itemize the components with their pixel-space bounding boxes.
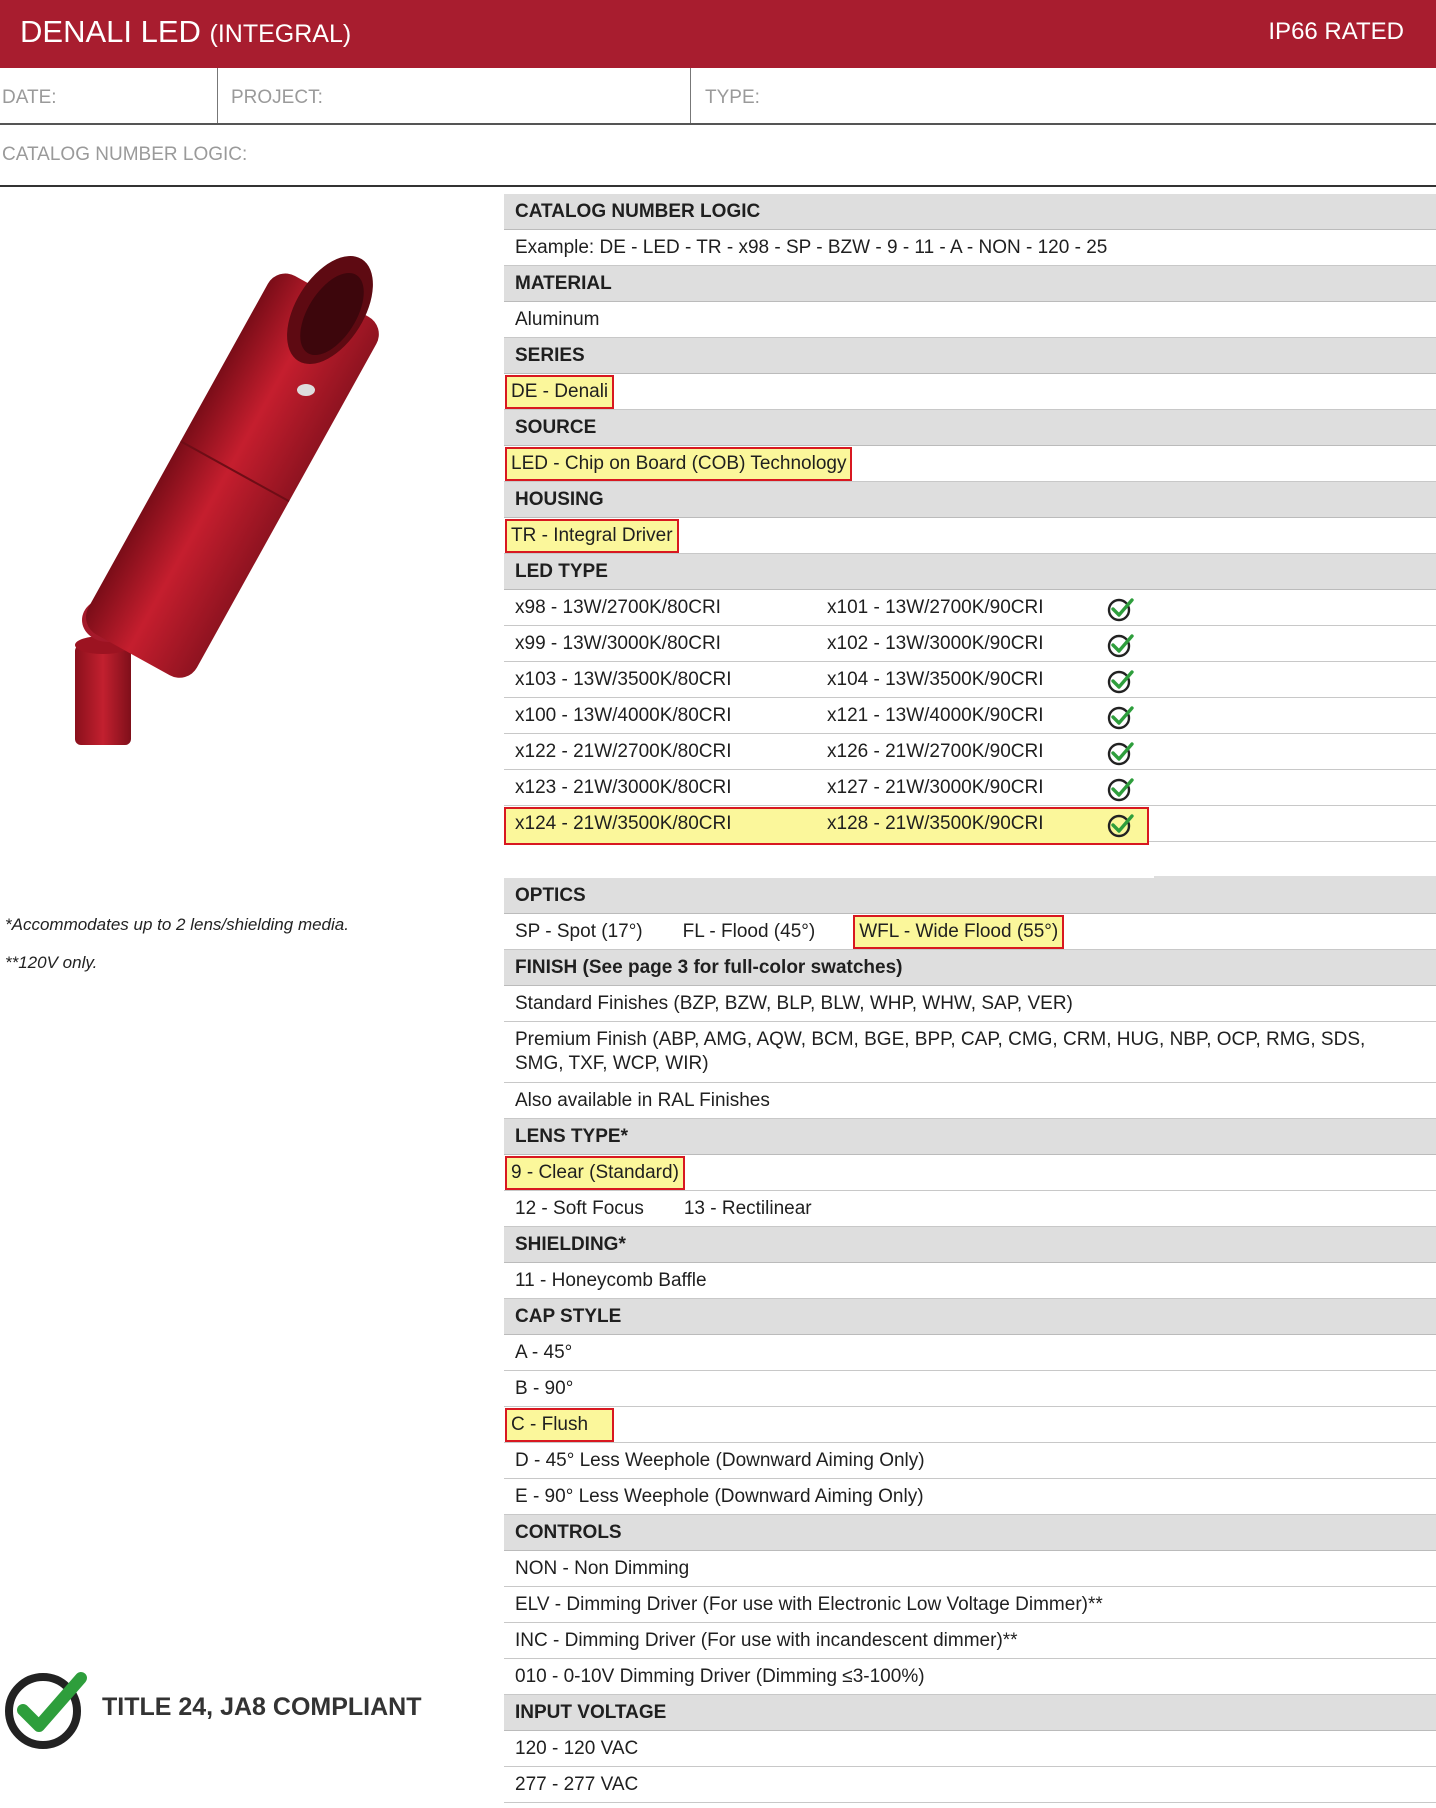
led-option-80cri: x98 - 13W/2700K/80CRI <box>515 597 721 618</box>
voltage-120: 120 - 120 VAC <box>504 1731 1436 1767</box>
type-label: TYPE: <box>705 87 760 108</box>
divider <box>217 68 218 123</box>
lens-footnote: *Accommodates up to 2 lens/shielding med… <box>5 915 349 934</box>
check-circle-icon <box>1107 632 1135 658</box>
selected-housing: TR - Integral Driver <box>505 519 679 553</box>
section-header: LENS TYPE* <box>504 1119 1436 1155</box>
spec-table: CATALOG NUMBER LOGIC Example: DE - LED -… <box>504 194 1436 1803</box>
product-title: DENALI LED (INTEGRAL) <box>20 14 351 50</box>
cap-b: B - 90° <box>504 1371 1436 1407</box>
compliance-text: TITLE 24, JA8 COMPLIANT <box>102 1693 422 1721</box>
section-header: CATALOG NUMBER LOGIC <box>504 194 1436 230</box>
led-option-90cri: x128 - 21W/3500K/90CRI <box>827 813 1044 834</box>
section-header: HOUSING <box>504 482 1436 518</box>
led-option-80cri: x123 - 21W/3000K/80CRI <box>515 777 732 798</box>
product-name: DENALI LED <box>20 14 201 49</box>
voltage-277: 277 - 277 VAC <box>504 1767 1436 1803</box>
check-circle-icon <box>5 1672 87 1749</box>
led-option-90cri: x121 - 13W/4000K/90CRI <box>827 705 1044 726</box>
check-circle-icon <box>1107 776 1135 802</box>
selected-lens: 9 - Clear (Standard) <box>505 1156 685 1190</box>
led-option-80cri: x122 - 21W/2700K/80CRI <box>515 741 732 762</box>
selected-source: LED - Chip on Board (COB) Technology <box>504 447 853 481</box>
section-header: MATERIAL <box>504 266 1436 302</box>
control-elv: ELV - Dimming Driver (For use with Elect… <box>504 1587 1436 1623</box>
cap-c-row: C - Flush <box>504 1407 1436 1443</box>
led-option-80cri: x100 - 13W/4000K/80CRI <box>515 705 732 726</box>
lens-options-row: 12 - Soft Focus 13 - Rectilinear <box>504 1191 1436 1227</box>
catalog-number-row: CATALOG NUMBER LOGIC: <box>0 125 1436 187</box>
control-010: 010 - 0-10V Dimming Driver (Dimming ≤3-1… <box>504 1659 1436 1695</box>
finish-standard: Standard Finishes (BZP, BZW, BLP, BLW, W… <box>504 986 1436 1022</box>
led-type-row: x123 - 21W/3000K/80CRI x127 - 21W/3000K/9… <box>504 770 1436 806</box>
finish-premium: Premium Finish (ABP, AMG, AQW, BCM, BGE,… <box>504 1022 1436 1083</box>
compliance-badge: TITLE 24, JA8 COMPLIANT <box>0 1666 460 1752</box>
led-option-90cri: x101 - 13W/2700K/90CRI <box>827 597 1044 618</box>
optic-spot: SP - Spot (17°) <box>515 921 643 942</box>
led-type-row: x122 - 21W/2700K/80CRI x126 - 21W/2700K/9… <box>504 734 1436 770</box>
shielding-value: 11 - Honeycomb Baffle <box>504 1263 1436 1299</box>
catalog-example: Example: DE - LED - TR - x98 - SP - BZW … <box>504 230 1436 266</box>
table-spacer <box>504 842 1436 878</box>
cap-a: A - 45° <box>504 1335 1436 1371</box>
section-header: LED TYPE <box>504 554 1436 590</box>
led-option-80cri: x103 - 13W/3500K/80CRI <box>515 669 732 690</box>
title-bar: DENALI LED (INTEGRAL) IP66 RATED <box>0 0 1436 68</box>
selected-cap: C - Flush <box>504 1408 615 1442</box>
check-circle-icon <box>1107 812 1135 838</box>
led-type-row: x100 - 13W/4000K/80CRI x121 - 13W/4000K/9… <box>504 698 1436 734</box>
led-option-80cri: x124 - 21W/3500K/80CRI <box>515 813 732 834</box>
product-image <box>75 256 379 745</box>
cap-d: D - 45° Less Weephole (Downward Aiming O… <box>504 1443 1436 1479</box>
led-type-list: x98 - 13W/2700K/80CRI x101 - 13W/2700K/90… <box>504 590 1436 845</box>
lens-rect: 13 - Rectilinear <box>683 1198 812 1219</box>
led-type-row: x124 - 21W/3500K/80CRI x128 - 21W/3500K/9… <box>504 806 1436 845</box>
selected-series: DE - Denali <box>504 375 615 409</box>
control-non: NON - Non Dimming <box>504 1551 1436 1587</box>
led-type-row: x103 - 13W/3500K/80CRI x104 - 13W/3500K/9… <box>504 662 1436 698</box>
section-header: CONTROLS <box>504 1515 1436 1551</box>
cap-e: E - 90° Less Weephole (Downward Aiming O… <box>504 1479 1436 1515</box>
section-header: SHIELDING* <box>504 1227 1436 1263</box>
control-inc: INC - Dimming Driver (For use with incan… <box>504 1623 1436 1659</box>
optic-flood: FL - Flood (45°) <box>682 921 816 942</box>
optics-row: SP - Spot (17°) FL - Flood (45°) WFL - Wid… <box>504 914 1436 950</box>
section-header: OPTICS <box>504 878 1436 914</box>
lens-row: 9 - Clear (Standard) <box>504 1155 1436 1191</box>
led-option-90cri: x102 - 13W/3000K/90CRI <box>827 633 1044 654</box>
check-circle-icon <box>1107 740 1135 766</box>
series-row: DE - Denali <box>504 374 1436 410</box>
footnotes: *Accommodates up to 2 lens/shielding med… <box>5 906 349 982</box>
section-header: SERIES <box>504 338 1436 374</box>
led-option-90cri: x127 - 21W/3000K/90CRI <box>827 777 1044 798</box>
date-label: DATE: <box>2 87 57 108</box>
check-circle-icon <box>1107 596 1135 622</box>
ip-rating: IP66 RATED <box>1268 18 1404 45</box>
led-option-80cri: x99 - 13W/3000K/80CRI <box>515 633 721 654</box>
project-label: PROJECT: <box>231 87 323 108</box>
selected-optic: WFL - Wide Flood (55°) <box>853 915 1065 949</box>
section-header: SOURCE <box>504 410 1436 446</box>
product-variant: (INTEGRAL) <box>209 20 352 48</box>
section-header: INPUT VOLTAGE <box>504 1695 1436 1731</box>
check-circle-icon <box>1107 704 1135 730</box>
led-type-row: x99 - 13W/3000K/80CRI x102 - 13W/3000K/90… <box>504 626 1436 662</box>
check-circle-icon <box>1107 668 1135 694</box>
source-row: LED - Chip on Board (COB) Technology <box>504 446 1436 482</box>
finish-ral: Also available in RAL Finishes <box>504 1083 1436 1119</box>
housing-row: TR - Integral Driver <box>504 518 1436 554</box>
led-option-90cri: x126 - 21W/2700K/90CRI <box>827 741 1044 762</box>
section-header: FINISH (See page 3 for full-color swatch… <box>504 950 1436 986</box>
material-value: Aluminum <box>504 302 1436 338</box>
divider <box>690 68 691 123</box>
info-row: DATE: PROJECT: TYPE: <box>0 68 1436 125</box>
lens-soft: 12 - Soft Focus <box>515 1198 644 1219</box>
led-option-90cri: x104 - 13W/3500K/90CRI <box>827 669 1044 690</box>
led-type-row: x98 - 13W/2700K/80CRI x101 - 13W/2700K/90… <box>504 590 1436 626</box>
catalog-number-label: CATALOG NUMBER LOGIC: <box>2 144 248 165</box>
section-header: CAP STYLE <box>504 1299 1436 1335</box>
voltage-footnote: **120V only. <box>5 953 98 972</box>
